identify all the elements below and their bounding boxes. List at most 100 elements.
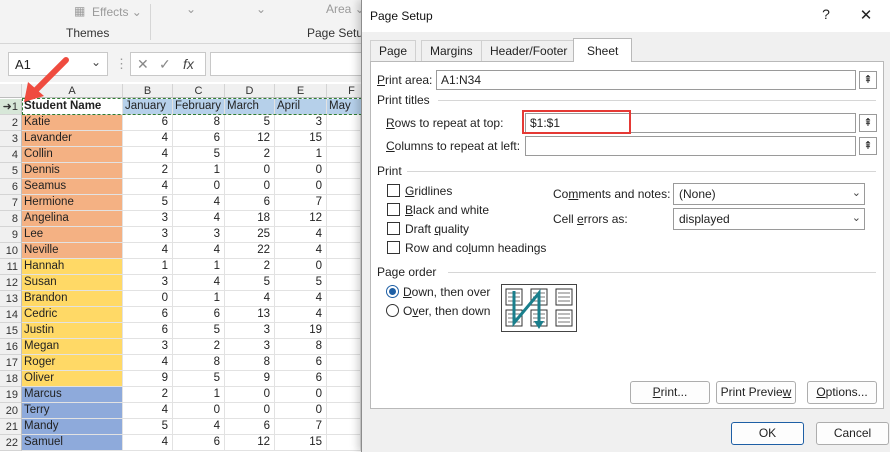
- gridlines-checkbox[interactable]: [387, 184, 400, 197]
- value-cell[interactable]: 6: [173, 131, 225, 147]
- value-cell[interactable]: 2: [173, 339, 225, 355]
- student-name-cell[interactable]: Susan: [22, 275, 123, 291]
- value-cell[interactable]: 0: [225, 387, 275, 403]
- empty-cell[interactable]: [327, 259, 361, 275]
- value-cell[interactable]: 6: [173, 435, 225, 451]
- student-name-cell[interactable]: Seamus: [22, 179, 123, 195]
- tab-header-footer[interactable]: Header/Footer: [481, 40, 577, 61]
- value-cell[interactable]: 5: [225, 115, 275, 131]
- value-cell[interactable]: 4: [225, 291, 275, 307]
- value-cell[interactable]: 3: [123, 227, 173, 243]
- value-cell[interactable]: 4: [123, 403, 173, 419]
- student-name-cell[interactable]: Lavander: [22, 131, 123, 147]
- value-cell[interactable]: 4: [275, 227, 327, 243]
- row-header[interactable]: 8: [0, 211, 22, 227]
- value-cell[interactable]: 6: [225, 195, 275, 211]
- row-header[interactable]: 14: [0, 307, 22, 323]
- value-cell[interactable]: 0: [225, 403, 275, 419]
- student-name-cell[interactable]: Samuel: [22, 435, 123, 451]
- empty-cell[interactable]: [327, 131, 361, 147]
- ribbon-caret[interactable]: ⌄: [186, 2, 196, 16]
- help-button[interactable]: ?: [816, 6, 836, 26]
- row-header[interactable]: 11: [0, 259, 22, 275]
- value-cell[interactable]: 12: [275, 211, 327, 227]
- value-cell[interactable]: 19: [275, 323, 327, 339]
- empty-cell[interactable]: [327, 147, 361, 163]
- row-header[interactable]: 5: [0, 163, 22, 179]
- header-cell-month[interactable]: April: [275, 99, 327, 115]
- value-cell[interactable]: 0: [225, 179, 275, 195]
- cancel-button[interactable]: Cancel: [816, 422, 889, 445]
- value-cell[interactable]: 0: [275, 163, 327, 179]
- value-cell[interactable]: 13: [225, 307, 275, 323]
- empty-cell[interactable]: [327, 115, 361, 131]
- value-cell[interactable]: 6: [123, 323, 173, 339]
- value-cell[interactable]: 8: [225, 355, 275, 371]
- value-cell[interactable]: 0: [173, 403, 225, 419]
- ok-button[interactable]: OK: [731, 422, 804, 445]
- cols-repeat-input[interactable]: [525, 136, 856, 156]
- value-cell[interactable]: 9: [225, 371, 275, 387]
- close-button[interactable]: ✕: [856, 6, 876, 26]
- student-name-cell[interactable]: Mandy: [22, 419, 123, 435]
- row-col-headings-checkbox[interactable]: [387, 241, 400, 254]
- row-header[interactable]: 10: [0, 243, 22, 259]
- cell-errors-select[interactable]: displayed ⌄: [673, 208, 865, 230]
- row-header[interactable]: 17: [0, 355, 22, 371]
- black-white-checkbox[interactable]: [387, 203, 400, 216]
- value-cell[interactable]: 3: [275, 115, 327, 131]
- value-cell[interactable]: 4: [275, 307, 327, 323]
- collapse-dialog-icon[interactable]: ⇞: [859, 114, 877, 132]
- student-name-cell[interactable]: Angelina: [22, 211, 123, 227]
- value-cell[interactable]: 1: [173, 259, 225, 275]
- value-cell[interactable]: 6: [225, 419, 275, 435]
- value-cell[interactable]: 1: [173, 163, 225, 179]
- value-cell[interactable]: 3: [225, 339, 275, 355]
- row-header[interactable]: 18: [0, 371, 22, 387]
- student-name-cell[interactable]: Brandon: [22, 291, 123, 307]
- print-area-button[interactable]: Area ⌄: [326, 2, 365, 16]
- over-then-down-radio[interactable]: [386, 304, 399, 317]
- header-cell-month[interactable]: February: [173, 99, 225, 115]
- student-name-cell[interactable]: Marcus: [22, 387, 123, 403]
- empty-cell[interactable]: [327, 211, 361, 227]
- draft-quality-checkbox[interactable]: [387, 222, 400, 235]
- empty-cell[interactable]: [327, 339, 361, 355]
- value-cell[interactable]: 2: [225, 259, 275, 275]
- select-all-corner[interactable]: [0, 84, 22, 98]
- down-then-over-radio[interactable]: [386, 285, 399, 298]
- column-header[interactable]: D: [225, 84, 275, 98]
- student-name-cell[interactable]: Terry: [22, 403, 123, 419]
- value-cell[interactable]: 8: [173, 115, 225, 131]
- empty-cell[interactable]: [327, 163, 361, 179]
- comments-select[interactable]: (None) ⌄: [673, 183, 865, 205]
- student-name-cell[interactable]: Lee: [22, 227, 123, 243]
- value-cell[interactable]: 0: [225, 163, 275, 179]
- value-cell[interactable]: 4: [173, 275, 225, 291]
- row-header[interactable]: 12: [0, 275, 22, 291]
- student-name-cell[interactable]: Neville: [22, 243, 123, 259]
- row-header[interactable]: 21: [0, 419, 22, 435]
- value-cell[interactable]: 7: [275, 195, 327, 211]
- print-button[interactable]: Print...: [630, 381, 710, 404]
- row-header[interactable]: 3: [0, 131, 22, 147]
- student-name-cell[interactable]: Katie: [22, 115, 123, 131]
- options-button[interactable]: Options...: [807, 381, 877, 404]
- value-cell[interactable]: 18: [225, 211, 275, 227]
- empty-cell[interactable]: [327, 419, 361, 435]
- insert-function-icon[interactable]: fx: [183, 56, 194, 72]
- empty-cell[interactable]: [327, 275, 361, 291]
- value-cell[interactable]: 4: [123, 179, 173, 195]
- collapse-dialog-icon[interactable]: ⇞: [859, 137, 877, 155]
- tab-sheet[interactable]: Sheet: [573, 38, 633, 62]
- row-header[interactable]: 7: [0, 195, 22, 211]
- student-name-cell[interactable]: Collin: [22, 147, 123, 163]
- row-header[interactable]: 2: [0, 115, 22, 131]
- row-header[interactable]: 19: [0, 387, 22, 403]
- value-cell[interactable]: 1: [173, 387, 225, 403]
- value-cell[interactable]: 6: [173, 307, 225, 323]
- column-header[interactable]: E: [275, 84, 327, 98]
- student-name-cell[interactable]: Dennis: [22, 163, 123, 179]
- value-cell[interactable]: 5: [173, 323, 225, 339]
- value-cell[interactable]: 15: [275, 131, 327, 147]
